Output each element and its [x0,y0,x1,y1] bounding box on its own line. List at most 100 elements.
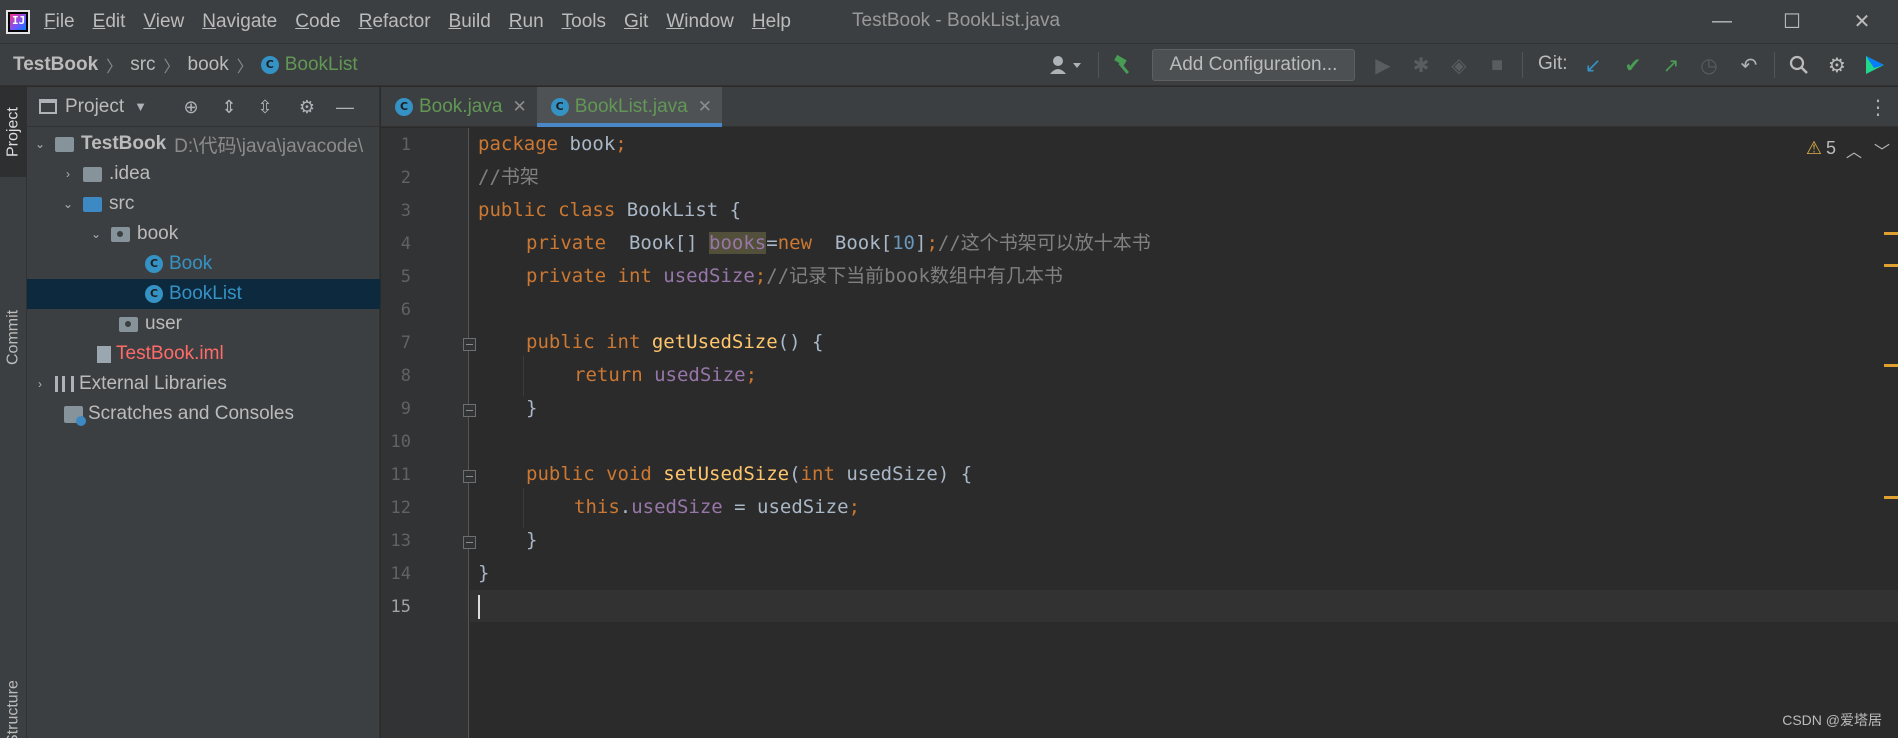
fold-marker-icon[interactable] [463,338,476,351]
tab-label: BookList.java [574,96,688,117]
rollback-icon[interactable]: ↶ [1736,52,1762,78]
chevron-down-icon[interactable]: ⌄ [33,137,47,151]
options-gear-icon[interactable]: ⚙ [295,95,319,119]
git-history-icon[interactable]: ◷ [1696,52,1722,78]
fold-marker-icon[interactable] [463,404,476,417]
menu-code[interactable]: Code [295,11,340,33]
chevron-right-icon[interactable]: › [61,167,75,181]
tab-booklist-java[interactable]: C BookList.java ✕ [536,87,722,127]
chevron-down-icon[interactable]: ⌄ [61,197,75,211]
locate-target-icon[interactable]: ⊕ [179,95,203,119]
code-line-7: public int getUsedSize() { [526,331,824,353]
more-options-icon[interactable]: ⋮ [1868,95,1888,120]
scrollbar-warning-marker[interactable] [1884,232,1898,235]
menu-git[interactable]: Git [624,11,648,33]
class-icon: C [395,98,413,116]
menu-window[interactable]: Window [666,11,734,33]
scrollbar-warning-marker[interactable] [1884,364,1898,367]
git-commit-icon[interactable]: ✔ [1620,52,1646,78]
line-number: 6 [400,300,411,320]
menu-view[interactable]: View [143,11,184,33]
text-caret [478,595,480,619]
menu-tools[interactable]: Tools [562,11,606,33]
menu-build[interactable]: Build [449,11,491,33]
code-editor[interactable]: 1 2 3 4 5 6 7 8 9 10 11 12 13 14 15 pack… [381,128,1898,738]
project-tool-tab[interactable]: Project [0,87,27,177]
code-line-9: } [526,397,538,419]
git-label: Git: [1538,53,1568,74]
code-line-4: private Book[] books=new Book[10];//这个书架… [526,232,1151,254]
chevron-down-icon[interactable]: ⌄ [89,227,103,241]
breadcrumb-src[interactable]: src [130,54,155,76]
fold-marker-icon[interactable] [463,470,476,483]
git-update-icon[interactable]: ↙ [1580,52,1606,78]
toolbar-divider [1098,52,1099,78]
stop-icon[interactable]: ■ [1484,52,1510,78]
code-line-5: private int usedSize;//记录下当前book数组中有几本书 [526,265,1063,287]
jetbrains-toolbox-icon[interactable] [1862,52,1888,78]
fold-marker-icon[interactable] [463,536,476,549]
settings-gear-icon[interactable]: ⚙ [1824,52,1850,78]
tree-item-idea[interactable]: › .idea [27,159,380,189]
next-highlight-icon[interactable]: ﹀ [1874,138,1890,162]
intellij-logo-icon [6,9,30,34]
structure-tool-tab[interactable]: Structure [0,680,27,738]
expand-all-icon[interactable]: ⇕ [217,95,241,119]
line-number: 10 [390,432,411,452]
maximize-button[interactable]: ☐ [1762,0,1822,43]
menu-edit[interactable]: Edit [93,11,126,33]
menu-file[interactable]: File [44,11,75,33]
menu-help[interactable]: Help [752,11,791,33]
tab-book-java[interactable]: C Book.java ✕ [381,87,537,127]
line-number: 7 [400,333,411,353]
search-icon[interactable] [1786,52,1812,78]
commit-tool-tab[interactable]: Commit [0,287,27,387]
tree-item-external-libraries[interactable]: › External Libraries [27,369,380,399]
scrollbar-warning-marker[interactable] [1884,264,1898,267]
menu-run[interactable]: Run [509,11,544,33]
build-hammer-icon[interactable] [1110,52,1136,78]
scrollbar-warning-marker[interactable] [1884,496,1898,499]
package-icon [119,316,138,332]
hide-panel-icon[interactable]: — [333,95,357,119]
tree-item-iml[interactable]: TestBook.iml [27,339,380,369]
tree-item-testbook[interactable]: ⌄ TestBook D:\代码\java\javacode\ [27,129,380,159]
tree-label: TestBook [81,133,167,154]
line-number: 2 [400,168,411,188]
watermark: CSDN @爱塔居 [1782,712,1882,728]
left-tool-strip: Project Commit Structure [0,87,27,738]
navigation-toolbar: TestBook 〉 src 〉 book 〉 C BookList Add C… [0,43,1898,86]
previous-highlight-icon[interactable]: ︿ [1846,138,1862,162]
close-window-button[interactable]: ✕ [1832,0,1892,43]
breadcrumb-booklist[interactable]: BookList [285,54,358,76]
breadcrumb-book[interactable]: book [188,54,229,76]
module-file-icon [97,345,111,363]
chevron-right-icon[interactable]: › [33,377,47,391]
menu-refactor[interactable]: Refactor [359,11,431,33]
code-line-12: this.usedSize = usedSize; [574,496,861,518]
tab-label: Book.java [419,96,503,117]
warnings-indicator[interactable]: ⚠ 5 [1806,138,1836,159]
user-dropdown-icon[interactable] [1046,52,1086,78]
git-push-icon[interactable]: ↗ [1658,52,1684,78]
debug-icon[interactable]: ✱ [1408,52,1434,78]
minimize-button[interactable]: — [1692,0,1752,43]
menu-navigate[interactable]: Navigate [202,11,277,33]
project-view-selector[interactable]: Project ▼ [39,96,147,118]
run-icon[interactable]: ▶ [1370,52,1396,78]
tree-item-booklist-class[interactable]: C BookList [27,279,380,309]
project-panel-title: Project [65,95,125,117]
tree-item-scratches[interactable]: Scratches and Consoles [27,399,380,429]
tree-item-book-class[interactable]: C Book [27,249,380,279]
tree-item-book-package[interactable]: ⌄ book [27,219,380,249]
close-tab-icon[interactable]: ✕ [512,97,526,117]
class-icon: C [145,285,163,303]
add-configuration-button[interactable]: Add Configuration... [1152,49,1355,81]
tree-item-user-package[interactable]: user [27,309,380,339]
coverage-icon[interactable]: ◈ [1446,52,1472,78]
breadcrumb-project[interactable]: TestBook [13,54,98,76]
project-folder-icon [55,136,74,152]
collapse-all-icon[interactable]: ⇳ [253,95,277,119]
tree-item-src[interactable]: ⌄ src [27,189,380,219]
close-tab-icon[interactable]: ✕ [698,97,712,117]
